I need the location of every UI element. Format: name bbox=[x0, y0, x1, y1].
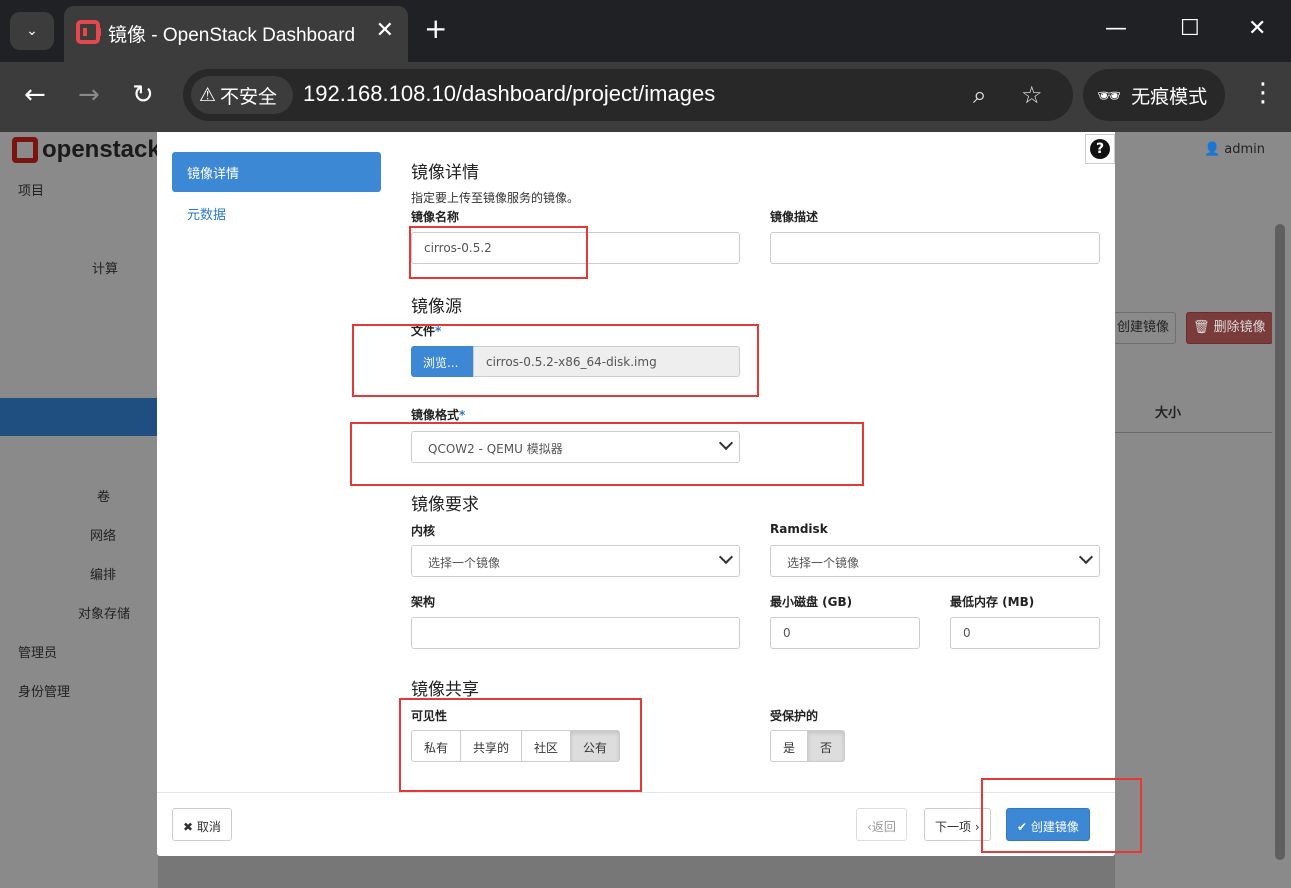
help-icon: ? bbox=[1090, 139, 1110, 159]
min-ram-label: 最低内存 (MB) bbox=[950, 595, 1035, 609]
sidebar-item-compute[interactable]: 计算 bbox=[92, 258, 118, 277]
protected-label: 受保护的 bbox=[770, 709, 819, 723]
minimize-icon[interactable]: — bbox=[1105, 16, 1127, 41]
bg-size-header: 大小 bbox=[1155, 406, 1182, 421]
user-name: admin bbox=[1224, 142, 1265, 157]
highlight-box bbox=[352, 324, 759, 397]
format-label: 镜像格式* bbox=[411, 406, 465, 423]
arch-input[interactable] bbox=[411, 617, 740, 649]
back-label: 返回 bbox=[871, 820, 896, 834]
tab-image-details[interactable]: 镜像详情 bbox=[172, 152, 381, 192]
browser-tab[interactable]: 镜像 - OpenStack Dashboard ✕ bbox=[64, 6, 408, 62]
browser-toolbar: ← → ↻ ⚠ 不安全 192.168.108.10/dashboard/pro… bbox=[0, 62, 1291, 132]
chevron-down-icon bbox=[718, 549, 734, 565]
back-icon[interactable]: ← bbox=[24, 80, 46, 110]
browser-menu-icon[interactable]: ⋮ bbox=[1250, 78, 1276, 108]
arch-label: 架构 bbox=[411, 595, 436, 609]
section-title-source: 镜像源 bbox=[411, 297, 462, 317]
address-bar[interactable]: ⚠ 不安全 192.168.108.10/dashboard/project/i… bbox=[183, 69, 1073, 121]
sidebar-active-item[interactable] bbox=[0, 398, 158, 436]
sidebar: 项目 计算 卷 网络 编排 对象存储 管理员 身份管理 bbox=[0, 170, 158, 888]
min-disk-input[interactable]: 0 bbox=[770, 617, 920, 649]
help-button[interactable]: ? bbox=[1085, 134, 1115, 164]
openstack-logo[interactable]: openstack. bbox=[12, 136, 167, 164]
protected-no[interactable]: 否 bbox=[807, 730, 846, 762]
tab-metadata[interactable]: 元数据 bbox=[187, 204, 226, 223]
chevron-down-icon bbox=[1078, 549, 1094, 565]
page-scrollbar-thumb[interactable] bbox=[1275, 224, 1285, 860]
required-mark: * bbox=[459, 408, 466, 422]
browser-tab-bar: ⌄ 镜像 - OpenStack Dashboard ✕ + — ☐ ✕ bbox=[0, 0, 1291, 62]
ramdisk-label: Ramdisk bbox=[770, 522, 828, 536]
bg-delete-image-button[interactable]: 🗑 删除镜像 bbox=[1186, 312, 1273, 344]
url-text[interactable]: 192.168.108.10/dashboard/project/images bbox=[303, 81, 715, 107]
maximize-icon[interactable]: ☐ bbox=[1180, 16, 1200, 41]
forward-icon[interactable]: → bbox=[78, 80, 100, 110]
highlight-box bbox=[399, 698, 642, 792]
tab-title: 镜像 - OpenStack Dashboard bbox=[108, 25, 356, 46]
highlight-box bbox=[350, 422, 864, 486]
close-window-icon[interactable]: ✕ bbox=[1248, 16, 1266, 41]
sidebar-item-admin[interactable]: 管理员 bbox=[18, 642, 57, 661]
page-content: openstack. 👤 admin 项目 计算 卷 网络 编排 对象存储 管理… bbox=[0, 132, 1291, 888]
incognito-icon: 🕶 bbox=[1097, 84, 1122, 107]
user-menu[interactable]: 👤 admin bbox=[1204, 142, 1265, 157]
zoom-icon[interactable]: ⌕ bbox=[973, 81, 986, 109]
tab-search-button[interactable]: ⌄ bbox=[10, 12, 54, 50]
kernel-select[interactable]: 选择一个镜像 bbox=[411, 545, 740, 577]
bg-create-image-button[interactable]: 创建镜像 bbox=[1110, 312, 1177, 344]
back-button[interactable]: ‹返回 bbox=[856, 808, 907, 841]
sidebar-item-volumes[interactable]: 卷 bbox=[97, 486, 110, 505]
section-title-requirements: 镜像要求 bbox=[411, 495, 479, 515]
kernel-value: 选择一个镜像 bbox=[428, 556, 501, 570]
ramdisk-select[interactable]: 选择一个镜像 bbox=[770, 545, 1100, 577]
logo-text: openstack. bbox=[42, 136, 168, 163]
image-desc-label: 镜像描述 bbox=[770, 210, 819, 224]
sidebar-item-object-store[interactable]: 对象存储 bbox=[78, 603, 130, 622]
format-label-text: 镜像格式 bbox=[411, 408, 460, 422]
image-desc-input[interactable] bbox=[770, 232, 1100, 264]
protected-toggle: 是 否 bbox=[770, 730, 846, 762]
highlight-box bbox=[409, 226, 588, 279]
bookmark-star-icon[interactable]: ☆ bbox=[1021, 81, 1043, 109]
sidebar-item-network[interactable]: 网络 bbox=[90, 525, 116, 544]
min-ram-input[interactable]: 0 bbox=[950, 617, 1100, 649]
next-label: 下一项 bbox=[935, 820, 972, 834]
ramdisk-value: 选择一个镜像 bbox=[787, 556, 860, 570]
close-tab-icon[interactable]: ✕ bbox=[376, 18, 394, 43]
new-tab-icon[interactable]: + bbox=[424, 14, 447, 44]
warning-icon: ⚠ bbox=[199, 84, 217, 106]
chevron-right-icon: › bbox=[974, 820, 980, 834]
section-title-details: 镜像详情 bbox=[411, 163, 479, 183]
security-label: 不安全 bbox=[220, 85, 278, 108]
security-chip[interactable]: ⚠ 不安全 bbox=[191, 76, 293, 114]
sidebar-item-project[interactable]: 项目 bbox=[18, 180, 44, 199]
modal-footer-divider bbox=[157, 792, 1115, 793]
cancel-label: 取消 bbox=[196, 820, 221, 834]
openstack-logo-icon bbox=[12, 137, 38, 163]
sidebar-item-orchestration[interactable]: 编排 bbox=[90, 564, 116, 583]
sidebar-item-identity[interactable]: 身份管理 bbox=[18, 681, 70, 700]
kernel-label: 内核 bbox=[411, 524, 436, 538]
bg-delete-label: 删除镜像 bbox=[1213, 320, 1266, 335]
min-disk-label: 最小磁盘 (GB) bbox=[770, 595, 853, 609]
incognito-label: 无痕模式 bbox=[1131, 85, 1208, 108]
details-description: 指定要上传至镜像服务的镜像。 bbox=[411, 191, 580, 205]
divider bbox=[1115, 432, 1291, 433]
openstack-favicon-icon bbox=[76, 20, 101, 44]
incognito-chip[interactable]: 🕶 无痕模式 bbox=[1083, 69, 1225, 121]
highlight-box bbox=[981, 778, 1142, 853]
reload-icon[interactable]: ↻ bbox=[132, 80, 154, 110]
section-title-sharing: 镜像共享 bbox=[411, 680, 479, 700]
close-icon: ✖ bbox=[183, 820, 194, 834]
protected-yes[interactable]: 是 bbox=[770, 730, 809, 762]
image-name-label: 镜像名称 bbox=[411, 210, 460, 224]
cancel-button[interactable]: ✖ 取消 bbox=[172, 808, 232, 841]
